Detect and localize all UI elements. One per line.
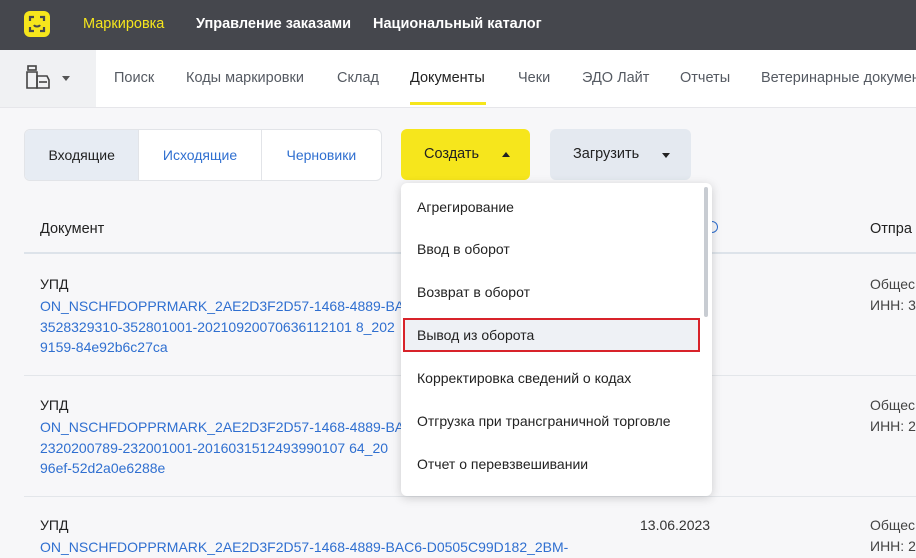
menu-item-aggregation[interactable]: Агрегирование bbox=[417, 199, 514, 215]
active-tab-underline bbox=[410, 102, 486, 105]
menu-item-introduce[interactable]: Ввод в оборот bbox=[417, 241, 510, 257]
row-divider bbox=[24, 496, 916, 497]
menu-item-reweigh-report[interactable]: Отчет о перевзвешивании bbox=[417, 456, 588, 472]
row-3-date: 13.06.2023 bbox=[640, 517, 711, 533]
menu-item-return[interactable]: Возврат в оборот bbox=[417, 284, 530, 300]
app-logo-icon[interactable] bbox=[24, 11, 50, 37]
chevron-up-icon bbox=[502, 152, 510, 157]
row-3-doc-link[interactable]: ON_NSCHFDOPPRMARK_2AE2D3F2D57-1468-4889-… bbox=[40, 537, 580, 558]
subnav-item-edo-lite[interactable]: ЭДО Лайт bbox=[582, 70, 649, 86]
create-button[interactable]: Создать bbox=[401, 129, 530, 180]
dropdown-scrollbar[interactable] bbox=[704, 187, 708, 317]
subnav-item-vet-docs[interactable]: Ветеринарные докумен bbox=[761, 70, 916, 86]
chevron-down-icon bbox=[662, 153, 670, 158]
row-3-sender: Общес ИНН: 2 bbox=[870, 517, 916, 554]
tab-outgoing[interactable]: Исходящие bbox=[139, 130, 262, 180]
menu-item-code-correction[interactable]: Корректировка сведений о кодах bbox=[417, 370, 631, 386]
subnav-item-warehouse[interactable]: Склад bbox=[337, 70, 379, 86]
tab-incoming[interactable]: Входящие bbox=[25, 130, 140, 180]
highlight-box bbox=[403, 318, 700, 352]
subnav-item-search[interactable]: Поиск bbox=[114, 70, 154, 86]
column-header-sender[interactable]: Отпра bbox=[870, 221, 916, 237]
create-button-label: Создать bbox=[424, 146, 480, 162]
topnav-item-catalog[interactable]: Национальный каталог bbox=[373, 16, 542, 32]
topnav-item-marking[interactable]: Маркировка bbox=[83, 16, 164, 32]
row-2-doc-link[interactable]: ON_NSCHFDOPPRMARK_2AE2D3F2D57-1468-4889-… bbox=[40, 417, 420, 479]
chevron-down-icon bbox=[62, 76, 70, 81]
subnav-item-documents[interactable]: Документы bbox=[410, 70, 485, 86]
row-2-sender: Общес ИНН: 2 bbox=[870, 397, 916, 434]
upload-button[interactable]: Загрузить bbox=[550, 129, 691, 180]
subnav-item-codes[interactable]: Коды маркировки bbox=[186, 70, 304, 86]
section-nav: Поиск Коды маркировки Склад Документы Че… bbox=[0, 50, 916, 108]
switcher-arrow bbox=[80, 50, 96, 106]
upload-button-label: Загрузить bbox=[573, 146, 640, 162]
top-bar: Маркировка Управление заказами Националь… bbox=[0, 0, 916, 50]
column-header-document[interactable]: Документ bbox=[40, 221, 104, 237]
document-direction-tabs: Входящие Исходящие Черновики bbox=[24, 129, 382, 181]
row-3-doc-type: УПД bbox=[40, 517, 69, 533]
row-1-doc-type: УПД bbox=[40, 276, 69, 292]
tab-drafts[interactable]: Черновики bbox=[262, 130, 381, 180]
row-2-doc-type: УПД bbox=[40, 397, 69, 413]
subnav-item-reports[interactable]: Отчеты bbox=[680, 70, 730, 86]
topnav-item-orders[interactable]: Управление заказами bbox=[196, 16, 351, 32]
row-1-sender: Общес ИНН: 3 bbox=[870, 276, 916, 313]
menu-item-cross-border[interactable]: Отгрузка при трансграничной торговле bbox=[417, 413, 671, 429]
row-1-doc-link[interactable]: ON_NSCHFDOPPRMARK_2AE2D3F2D57-1468-4889-… bbox=[40, 296, 420, 358]
subnav-item-receipts[interactable]: Чеки bbox=[518, 70, 550, 86]
product-group-icon bbox=[24, 64, 52, 97]
